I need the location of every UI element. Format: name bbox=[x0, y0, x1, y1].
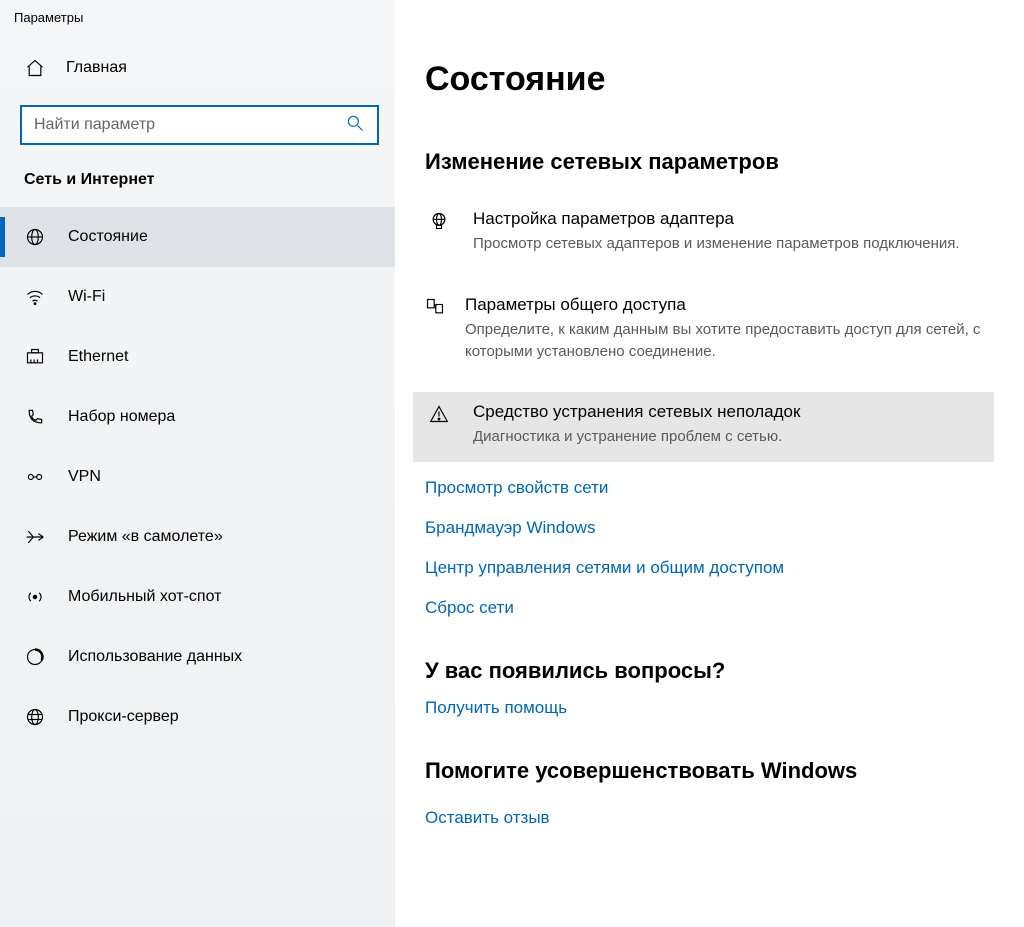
sidebar-item-wifi[interactable]: Wi-Fi bbox=[0, 267, 395, 327]
network-link[interactable]: Брандмауэр Windows bbox=[425, 518, 994, 538]
get-help-link[interactable]: Получить помощь bbox=[425, 698, 994, 718]
sidebar-item-label: Мобильный хот-спот bbox=[68, 588, 221, 606]
datausage-icon bbox=[24, 646, 46, 668]
sharing-icon bbox=[425, 295, 445, 317]
home-label: Главная bbox=[66, 59, 127, 77]
sidebar-item-proxy[interactable]: Прокси-сервер bbox=[0, 687, 395, 747]
window-title: Параметры bbox=[0, 6, 395, 45]
network-link[interactable]: Сброс сети bbox=[425, 598, 994, 618]
section-title: Изменение сетевых параметров bbox=[425, 149, 994, 175]
network-link[interactable]: Центр управления сетями и общим доступом bbox=[425, 558, 994, 578]
feedback-link[interactable]: Оставить отзыв bbox=[425, 808, 994, 828]
sidebar-item-label: Состояние bbox=[68, 228, 148, 246]
globe-icon bbox=[24, 226, 46, 248]
sidebar-item-hotspot[interactable]: Мобильный хот-спот bbox=[0, 567, 395, 627]
airplane-icon bbox=[24, 526, 46, 548]
sidebar-item-label: Wi-Fi bbox=[68, 288, 105, 306]
sidebar-item-vpn[interactable]: VPN bbox=[0, 447, 395, 507]
nav-list: Состояние Wi-Fi Ethernet Набор номера VPN Реж… bbox=[0, 207, 395, 747]
setting-title: Параметры общего доступа bbox=[465, 295, 982, 315]
hotspot-icon bbox=[24, 586, 46, 608]
links-list: Просмотр свойств сети Брандмауэр Windows Ц… bbox=[425, 478, 994, 618]
sidebar-item-datausage[interactable]: Использование данных bbox=[0, 627, 395, 687]
settings-list: Настройка параметров адаптера Просмотр се… bbox=[425, 199, 994, 462]
setting-troubleshoot[interactable]: Средство устранения сетевых неполадок Диа… bbox=[413, 392, 994, 462]
troubleshoot-icon bbox=[425, 402, 453, 424]
setting-desc: Диагностика и устранение проблем с сетью… bbox=[473, 426, 800, 448]
vpn-icon bbox=[24, 466, 46, 488]
sidebar-item-label: Режим «в самолете» bbox=[68, 528, 223, 546]
sidebar-item-globe[interactable]: Состояние bbox=[0, 207, 395, 267]
dialup-icon bbox=[24, 406, 46, 428]
sidebar-item-label: VPN bbox=[68, 468, 101, 486]
sidebar-item-airplane[interactable]: Режим «в самолете» bbox=[0, 507, 395, 567]
sidebar-item-label: Набор номера bbox=[68, 408, 175, 426]
sidebar-item-label: Ethernet bbox=[68, 348, 128, 366]
setting-adapter[interactable]: Настройка параметров адаптера Просмотр се… bbox=[413, 199, 994, 269]
setting-desc: Просмотр сетевых адаптеров и изменение п… bbox=[473, 233, 960, 255]
home-button[interactable]: Главная bbox=[0, 45, 395, 91]
sidebar: Параметры Главная Сеть и Интернет Состоя… bbox=[0, 0, 395, 927]
ethernet-icon bbox=[24, 346, 46, 368]
category-title: Сеть и Интернет bbox=[0, 171, 395, 207]
sidebar-item-label: Использование данных bbox=[68, 648, 242, 666]
home-icon bbox=[24, 57, 46, 79]
search-box[interactable] bbox=[20, 105, 379, 145]
setting-title: Настройка параметров адаптера bbox=[473, 209, 960, 229]
page-title: Состояние bbox=[425, 60, 994, 99]
questions-section: У вас появились вопросы? Получить помощь bbox=[425, 658, 994, 718]
search-input[interactable] bbox=[34, 116, 345, 134]
sidebar-item-ethernet[interactable]: Ethernet bbox=[0, 327, 395, 387]
improve-section: Помогите усовершенствовать Windows Остав… bbox=[425, 758, 994, 828]
adapter-icon bbox=[425, 209, 453, 231]
search-wrap bbox=[20, 105, 379, 145]
proxy-icon bbox=[24, 706, 46, 728]
wifi-icon bbox=[24, 286, 46, 308]
sidebar-item-dialup[interactable]: Набор номера bbox=[0, 387, 395, 447]
setting-desc: Определите, к каким данным вы хотите пре… bbox=[465, 319, 982, 363]
main-panel: Состояние Изменение сетевых параметров Н… bbox=[395, 0, 1024, 927]
network-link[interactable]: Просмотр свойств сети bbox=[425, 478, 994, 498]
sidebar-item-label: Прокси-сервер bbox=[68, 708, 179, 726]
questions-title: У вас появились вопросы? bbox=[425, 658, 994, 684]
search-icon bbox=[345, 113, 365, 138]
improve-title: Помогите усовершенствовать Windows bbox=[425, 758, 994, 784]
setting-sharing[interactable]: Параметры общего доступа Определите, к ка… bbox=[413, 285, 994, 377]
setting-title: Средство устранения сетевых неполадок bbox=[473, 402, 800, 422]
